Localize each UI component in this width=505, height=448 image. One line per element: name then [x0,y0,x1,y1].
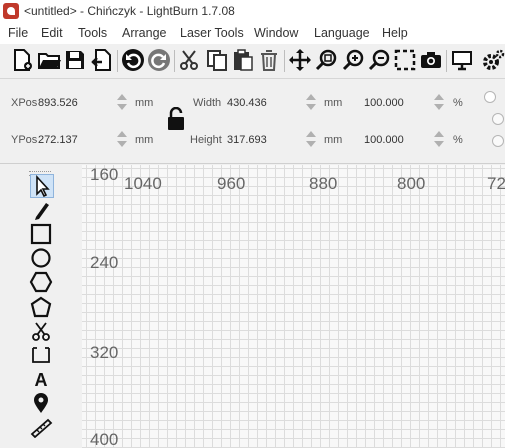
height-unit: mm [324,134,343,146]
ruler-left-label: 320 [90,343,119,362]
lightburn-logo-icon [3,3,19,19]
height-field[interactable]: 317.693 [227,134,267,146]
ypos-field[interactable]: 272.137 [38,134,78,146]
lock-ratio-icon[interactable] [166,107,186,131]
height-spinner[interactable] [305,130,317,148]
ruler-left-label: 240 [90,253,119,272]
edit-nodes-icon[interactable] [28,199,54,221]
text-icon[interactable]: A [28,368,54,390]
toolbar-separator [284,50,285,72]
zoom-out-icon[interactable] [367,48,391,72]
measure-icon[interactable] [28,416,54,438]
toolbar-separator [117,50,118,72]
toolbar-separator [446,50,447,72]
toolbar-separator [174,50,175,72]
menu-bar: File Edit Tools Arrange Laser Tools Wind… [0,24,505,44]
menu-edit[interactable]: Edit [41,26,63,40]
ypos-unit: mm [135,134,154,146]
ypos-spinner[interactable] [116,130,128,148]
ruler-top-label: 960 [217,174,246,193]
save-icon[interactable] [63,48,87,72]
settings-icon[interactable] [481,48,505,72]
scale-height-spinner[interactable] [433,130,445,148]
menu-tools[interactable]: Tools [78,26,107,40]
zoom-in-icon[interactable] [341,48,365,72]
design-canvas[interactable]: 160 1040 960 880 800 72 240 320 400 [82,165,505,448]
ruler-top-label: 880 [309,174,338,193]
xpos-spinner[interactable] [116,93,128,111]
height-label: Height [190,134,222,146]
xpos-label: XPos [11,97,38,109]
width-label: Width [193,97,222,109]
menu-language[interactable]: Language [314,26,370,40]
redo-icon[interactable] [147,48,171,72]
paste-icon[interactable] [231,48,255,72]
ruler-left-label: 160 [90,165,119,184]
width-unit: mm [324,97,343,109]
xpos-unit: mm [135,97,154,109]
numeric-edit-panel [0,79,505,164]
xpos-field[interactable]: 893.526 [38,97,78,109]
window-title: <untitled> - Chińczyk - LightBurn 1.7.08 [24,4,235,18]
cut-icon[interactable] [178,48,202,72]
menu-laser-tools[interactable]: Laser Tools [180,26,244,40]
width-field[interactable]: 430.436 [227,97,267,109]
menu-window[interactable]: Window [254,26,298,40]
open-folder-icon[interactable] [37,48,61,72]
svg-text:A: A [35,370,48,390]
polygon-icon[interactable] [28,271,54,293]
menu-help[interactable]: Help [382,26,408,40]
position-icon[interactable] [28,392,54,414]
width-spinner[interactable] [305,93,317,111]
scale-width-spinner[interactable] [433,93,445,111]
camera-icon[interactable] [419,48,443,72]
scale-width-percent: % [453,97,463,109]
origin-radio-middle[interactable] [492,113,504,125]
select-icon[interactable] [28,175,54,197]
ruler-top-label: 72 [487,174,505,193]
frame-icon[interactable] [28,344,54,366]
export-icon[interactable] [90,48,114,72]
origin-radio-bottom[interactable] [492,135,504,147]
menu-arrange[interactable]: Arrange [122,26,166,40]
new-file-icon[interactable] [10,48,34,72]
scale-width-field[interactable]: 100.000 [364,97,404,109]
copy-icon[interactable] [205,48,229,72]
origin-radio-top[interactable] [484,91,496,103]
menu-file[interactable]: File [8,26,28,40]
monitor-icon[interactable] [450,48,474,72]
scale-height-field[interactable]: 100.000 [364,134,404,146]
ellipse-icon[interactable] [28,247,54,269]
undo-icon[interactable] [121,48,145,72]
polygon-alt-icon[interactable] [28,296,54,318]
trim-icon[interactable] [28,320,54,342]
ruler-top-label: 800 [397,174,426,193]
move-icon[interactable] [288,48,312,72]
ruler-top-label: 1040 [124,174,162,193]
zoom-selection-icon[interactable] [314,48,338,72]
main-toolbar [0,44,505,79]
ruler-left-label: 400 [90,430,119,448]
frame-icon[interactable] [393,48,417,72]
scale-height-percent: % [453,134,463,146]
delete-icon[interactable] [257,48,281,72]
title-bar: <untitled> - Chińczyk - LightBurn 1.7.08 [0,0,505,24]
ypos-label: YPos [11,134,38,146]
rectangle-icon[interactable] [28,223,54,245]
